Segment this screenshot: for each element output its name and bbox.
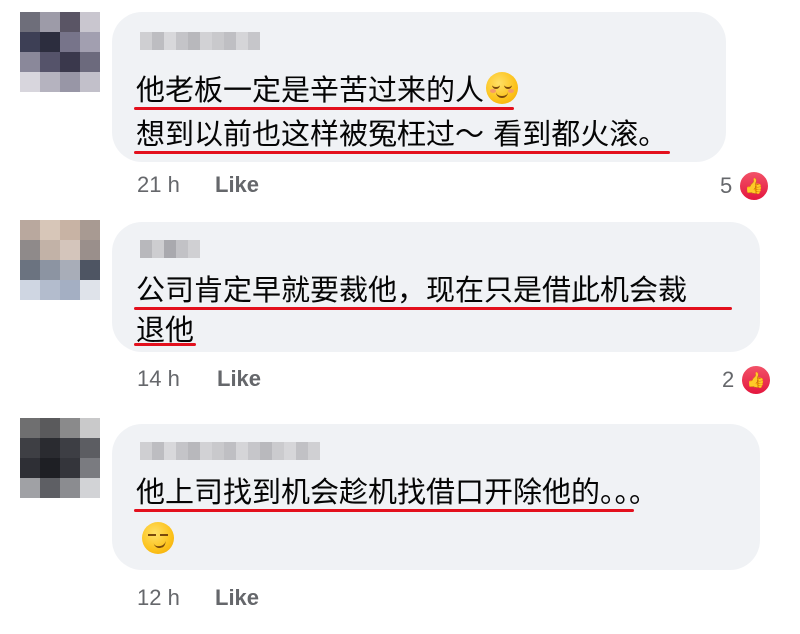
timestamp[interactable]: 14 h (137, 366, 180, 392)
author-name-blurred[interactable] (140, 240, 200, 258)
red-underline (134, 307, 732, 310)
like-icon: 👍 (738, 170, 771, 202)
like-icon: 👍 (740, 364, 773, 396)
timestamp[interactable]: 12 h (137, 585, 180, 611)
reaction-count: 5 (720, 173, 733, 198)
comment-text-line: 他上司找到机会趁机找借口开除他的。。。 (136, 475, 659, 509)
red-underline (134, 151, 670, 154)
like-button[interactable]: Like (215, 172, 259, 198)
reaction-summary[interactable]: 2 👍 (722, 364, 773, 396)
author-name-blurred[interactable] (140, 442, 320, 460)
reaction-summary[interactable]: 5 👍 (720, 170, 771, 202)
avatar[interactable] (20, 418, 100, 498)
avatar[interactable] (20, 220, 100, 300)
avatar[interactable] (20, 12, 100, 92)
author-name-blurred[interactable] (140, 32, 260, 50)
comment-bubble: 他上司找到机会趁机找借口开除他的。。。 (112, 424, 760, 570)
red-underline (134, 343, 196, 346)
smirking-face-icon (142, 522, 174, 554)
comment-bubble: 公司肯定早就要裁他，现在只是借此机会裁 退他 (112, 222, 760, 352)
red-underline (134, 107, 514, 110)
relieved-face-icon (486, 72, 519, 104)
like-button[interactable]: Like (215, 585, 259, 611)
comment-text-line: 公司肯定早就要裁他，现在只是借此机会裁 (136, 273, 688, 307)
red-underline (134, 509, 634, 512)
like-button[interactable]: Like (217, 366, 261, 392)
comment-text-line: 他老板一定是辛苦过来的人 (136, 70, 519, 110)
reaction-count: 2 (722, 367, 735, 392)
timestamp[interactable]: 21 h (137, 172, 180, 198)
comment-bubble: 他老板一定是辛苦过来的人 想到以前也这样被冤枉过～ 看到都火滚。 (112, 12, 726, 162)
comment-text-line: 想到以前也这样被冤枉过～ 看到都火滚。 (136, 117, 668, 151)
